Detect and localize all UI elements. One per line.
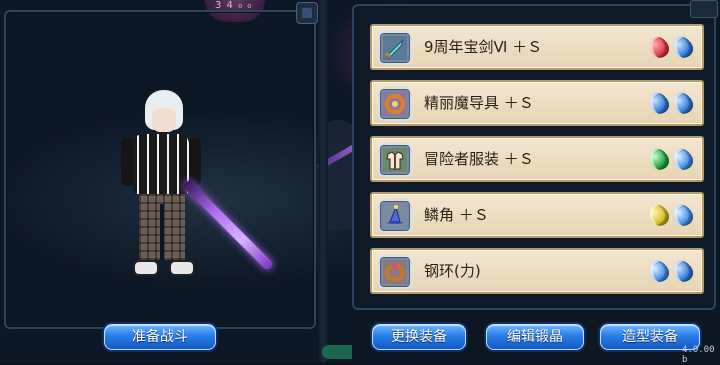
equipment-slot-sub-weapon[interactable]: 精丽魔导具 ＋Ｓ (370, 80, 704, 126)
equipment-slot-weapon[interactable]: 9周年宝剑Ⅵ ＋Ｓ (370, 24, 704, 70)
green-gem-icon (645, 144, 673, 174)
character-pants (139, 194, 185, 260)
viewport-divider (318, 0, 328, 362)
equipment-name: 冒险者服装 ＋Ｓ (424, 150, 534, 168)
equipment-name: 鳞角 ＋Ｓ (424, 206, 489, 224)
prepare-battle-button[interactable]: 准备战斗 (104, 324, 216, 350)
character-shoe-right (169, 260, 195, 276)
blue-gem-icon (669, 88, 697, 118)
equipment-name: 精丽魔导具 ＋Ｓ (424, 94, 534, 112)
yellow-gem-icon (645, 200, 673, 230)
red-gem-icon (645, 32, 673, 62)
equipment-slot-armor[interactable]: 冒险者服装 ＋Ｓ (370, 136, 704, 182)
blue-gem-icon (669, 144, 697, 174)
equipment-name: 钢环(力) (424, 262, 481, 280)
equipment-slot-special[interactable]: 钢环(力) (370, 248, 704, 294)
change-equipment-button[interactable]: 更换装备 (372, 324, 466, 350)
edit-forge-crystal-button[interactable]: 编辑锻晶 (486, 324, 584, 350)
version-label: 4.0.00 b (682, 345, 715, 365)
frame-corner-knob (296, 2, 318, 24)
equipment-name: 9周年宝剑Ⅵ ＋Ｓ (424, 38, 543, 56)
blue-gem-icon (669, 32, 697, 62)
blue-gem-icon (669, 256, 697, 286)
equipment-slot-additional[interactable]: 鳞角 ＋Ｓ (370, 192, 704, 238)
character-face (152, 108, 176, 132)
blue-gem-icon (669, 200, 697, 230)
armor-icon (378, 143, 412, 177)
character-torso (133, 134, 189, 194)
character-shoe-left (133, 260, 159, 276)
blue-gem-icon (645, 256, 673, 286)
hat-icon (378, 199, 412, 233)
panel-corner-tab (690, 0, 718, 18)
blue-gem-icon (645, 88, 673, 118)
sword-icon (378, 31, 412, 65)
magic-ring-icon (378, 87, 412, 121)
bracelet-icon (378, 255, 412, 289)
